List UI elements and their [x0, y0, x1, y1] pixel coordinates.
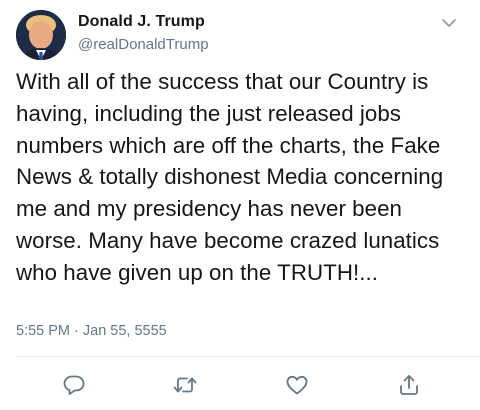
retweet-icon[interactable]	[172, 372, 198, 398]
tweet-card: Donald J. Trump @realDonaldTrump With al…	[0, 0, 480, 410]
tweet-timestamp[interactable]: 5:55 PM · Jan 55, 5555	[16, 323, 167, 339]
avatar[interactable]	[16, 10, 66, 60]
heart-icon[interactable]	[284, 372, 310, 398]
action-bar	[0, 372, 480, 400]
tweet-text: With all of the success that our Country…	[16, 69, 450, 285]
chevron-down-icon[interactable]	[438, 14, 460, 32]
share-icon[interactable]	[396, 372, 422, 398]
reply-icon[interactable]	[61, 372, 87, 398]
author-handle[interactable]: @realDonaldTrump	[78, 36, 209, 53]
author-display-name[interactable]: Donald J. Trump	[78, 13, 205, 31]
divider	[16, 356, 480, 357]
